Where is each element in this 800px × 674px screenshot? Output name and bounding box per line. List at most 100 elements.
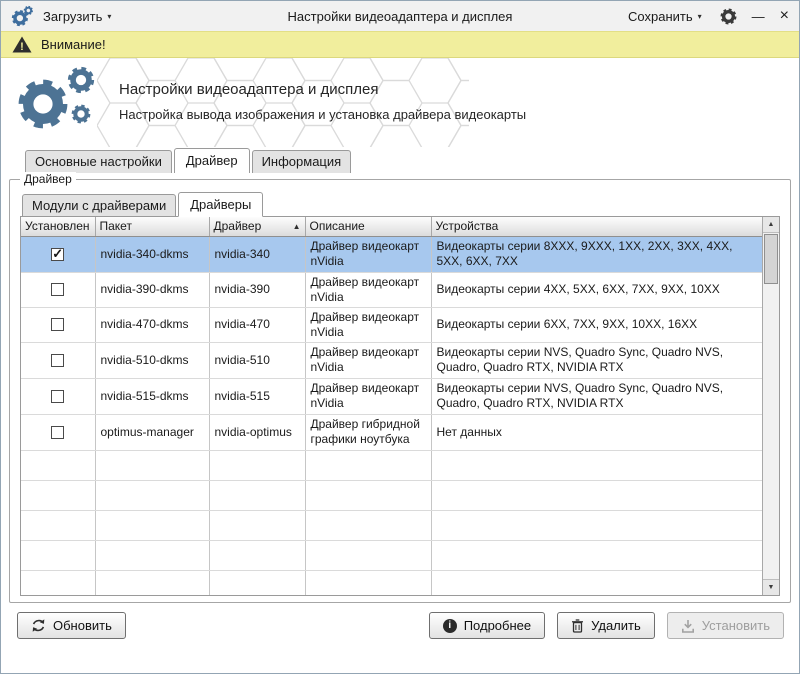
info-icon: i	[443, 619, 457, 633]
settings-gear-icon[interactable]	[720, 8, 737, 25]
installed-checkbox[interactable]: ✓	[51, 390, 64, 403]
cell-installed: ✓	[21, 272, 95, 307]
cell-package: optimus-manager	[95, 414, 209, 450]
details-button[interactable]: i Подробнее	[429, 612, 545, 639]
gear-large-icon	[17, 78, 69, 130]
close-button[interactable]: ×	[780, 8, 789, 24]
cell-package: nvidia-470-dkms	[95, 307, 209, 342]
table-row[interactable]: ✓ nvidia-470-dkms nvidia-470 Драйвер вид…	[21, 307, 764, 342]
tab-label: Информация	[262, 154, 342, 169]
table-row[interactable]: ✓ nvidia-340-dkms nvidia-340 Драйвер вид…	[21, 236, 764, 272]
cell-description: Драйвер видеокарт nVidia	[305, 378, 431, 414]
refresh-button-label: Обновить	[53, 618, 112, 633]
install-download-icon	[681, 619, 695, 633]
driver-subtabbar: Модули с драйверами Драйверы	[10, 192, 790, 216]
drivers-table: Установлен Пакет ▲ Драйвер Описание Устро…	[21, 217, 765, 596]
scrollbar-thumb[interactable]	[764, 234, 778, 284]
table-header-row: Установлен Пакет ▲ Драйвер Описание Устро…	[21, 217, 764, 236]
installed-checkbox[interactable]: ✓	[51, 283, 64, 296]
page-header: Настройки видеоадаптера и дисплея Настро…	[1, 58, 799, 147]
cell-installed: ✓	[21, 342, 95, 378]
cell-driver: nvidia-340	[209, 236, 305, 272]
table-row[interactable]: ✓ nvidia-515-dkms nvidia-515 Драйвер вид…	[21, 378, 764, 414]
column-header-package[interactable]: Пакет	[95, 217, 209, 236]
cell-devices: Видеокарты серии 4XX, 5XX, 6XX, 7XX, 9XX…	[431, 272, 764, 307]
subtab-drivers[interactable]: Драйверы	[178, 192, 263, 217]
cell-driver: nvidia-515	[209, 378, 305, 414]
action-button-group: i Подробнее Удалить Установить	[429, 612, 784, 639]
driver-groupbox: Драйвер Модули с драйверами Драйверы Уст…	[9, 179, 791, 603]
installed-checkbox[interactable]: ✓	[51, 248, 64, 261]
bottom-buttonbar: Обновить i Подробнее Удалить	[17, 612, 784, 639]
cell-description: Драйвер гибридной графики ноутбука	[305, 414, 431, 450]
cell-driver: nvidia-470	[209, 307, 305, 342]
cell-devices: Видеокарты серии 8XXX, 9XXX, 1XX, 2XX, 3…	[431, 236, 764, 272]
app-window: Загрузить ▾ Настройки видеоадаптера и ди…	[0, 0, 800, 674]
cell-description: Драйвер видеокарт nVidia	[305, 307, 431, 342]
info-letter: i	[448, 620, 451, 631]
scroll-down-button[interactable]: ▼	[763, 579, 779, 595]
column-header-label: Драйвер	[214, 219, 262, 233]
cell-package: nvidia-340-dkms	[95, 236, 209, 272]
tab-label: Основные настройки	[35, 154, 162, 169]
minimize-button[interactable]: —	[752, 10, 765, 23]
vertical-scrollbar[interactable]: ▲ ▼	[762, 217, 779, 595]
app-gears-icon	[11, 5, 33, 27]
load-menu-label: Загрузить	[43, 9, 102, 24]
cell-description: Драйвер видеокарт nVidia	[305, 236, 431, 272]
table-empty-row	[21, 540, 764, 570]
column-header-installed[interactable]: Установлен	[21, 217, 95, 236]
cell-package: nvidia-390-dkms	[95, 272, 209, 307]
save-menu-button[interactable]: Сохранить ▾	[625, 7, 705, 26]
warning-triangle-icon: !	[12, 36, 32, 53]
titlebar: Загрузить ▾ Настройки видеоадаптера и ди…	[1, 1, 799, 31]
check-icon: ✓	[52, 246, 63, 262]
refresh-button[interactable]: Обновить	[17, 612, 126, 639]
load-menu-button[interactable]: Загрузить ▾	[40, 7, 114, 26]
table-empty-row	[21, 510, 764, 540]
column-header-driver[interactable]: ▲ Драйвер	[209, 217, 305, 236]
tab-label: Драйвер	[186, 153, 238, 168]
table-empty-row	[21, 450, 764, 480]
subtab-label: Модули с драйверами	[32, 198, 166, 213]
table-row[interactable]: ✓ nvidia-510-dkms nvidia-510 Драйвер вид…	[21, 342, 764, 378]
installed-checkbox[interactable]: ✓	[51, 426, 64, 439]
column-header-devices[interactable]: Устройства	[431, 217, 764, 236]
cell-installed: ✓	[21, 307, 95, 342]
table-row[interactable]: ✓ nvidia-390-dkms nvidia-390 Драйвер вид…	[21, 272, 764, 307]
save-menu-label: Сохранить	[628, 9, 693, 24]
chevron-down-icon: ▾	[698, 12, 702, 21]
scroll-up-icon: ▲	[768, 221, 775, 228]
sort-asc-icon: ▲	[293, 222, 301, 231]
trash-icon	[571, 619, 584, 633]
table-empty-row	[21, 480, 764, 510]
cell-devices: Видеокарты серии NVS, Quadro Sync, Quadr…	[431, 342, 764, 378]
titlebar-left: Загрузить ▾	[11, 5, 114, 27]
gear-small-icon	[71, 104, 91, 124]
subtab-driver-modules[interactable]: Модули с драйверами	[22, 194, 176, 217]
cell-installed: ✓	[21, 236, 95, 272]
drivers-table-container: Установлен Пакет ▲ Драйвер Описание Устро…	[20, 216, 780, 596]
chevron-down-icon: ▾	[107, 12, 111, 21]
install-button[interactable]: Установить	[667, 612, 784, 639]
table-empty-row	[21, 570, 764, 596]
delete-button[interactable]: Удалить	[557, 612, 655, 639]
scroll-up-button[interactable]: ▲	[763, 217, 779, 233]
tab-information[interactable]: Информация	[252, 150, 352, 173]
column-header-description[interactable]: Описание	[305, 217, 431, 236]
details-button-label: Подробнее	[464, 618, 531, 633]
cell-devices: Видеокарты серии 6XX, 7XX, 9XX, 10XX, 16…	[431, 307, 764, 342]
subtab-label: Драйверы	[190, 197, 251, 212]
cell-driver: nvidia-510	[209, 342, 305, 378]
table-row[interactable]: ✓ optimus-manager nvidia-optimus Драйвер…	[21, 414, 764, 450]
installed-checkbox[interactable]: ✓	[51, 318, 64, 331]
cell-driver: nvidia-390	[209, 272, 305, 307]
tab-driver[interactable]: Драйвер	[174, 148, 250, 173]
refresh-icon	[31, 618, 46, 633]
titlebar-right: Сохранить ▾ — ×	[625, 7, 789, 26]
installed-checkbox[interactable]: ✓	[51, 354, 64, 367]
svg-text:!: !	[20, 41, 24, 53]
tab-basic-settings[interactable]: Основные настройки	[25, 150, 172, 173]
cell-package: nvidia-515-dkms	[95, 378, 209, 414]
hexagon-pattern	[97, 58, 469, 147]
